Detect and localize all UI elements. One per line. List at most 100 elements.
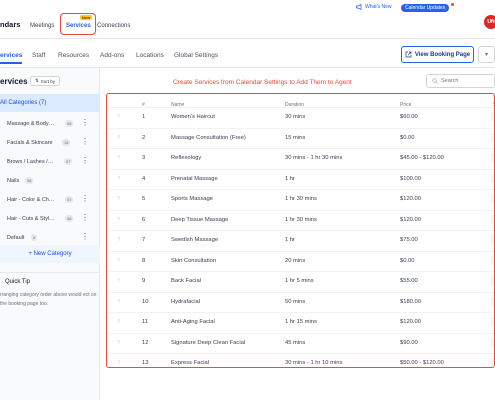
table-row[interactable]: ⠿ 9 Back Facial 1 hr 5 mins $55.00 [107, 271, 494, 291]
service-duration: 30 mins - 1 hr 10 mins [285, 360, 343, 366]
subnav-resources[interactable]: Resources [58, 52, 89, 59]
status-toggle[interactable] [491, 276, 494, 285]
subnav-locations[interactable]: Locations [136, 52, 164, 59]
drag-handle-icon[interactable]: ⠿ [117, 135, 121, 141]
service-price: $0.00 [400, 134, 415, 141]
category-count-badge: 08 [65, 120, 74, 127]
category-item[interactable]: Default 0 ⋮ [0, 232, 96, 246]
drag-handle-icon[interactable]: ⠿ [117, 155, 121, 161]
new-category-button[interactable]: + New Category [0, 245, 100, 263]
service-duration: 1 hr 15 mins [285, 319, 317, 325]
row-number: 8 [142, 257, 146, 264]
status-toggle[interactable] [491, 132, 494, 142]
sidebar-divider [0, 272, 100, 273]
table-row[interactable]: ⠿ 5 Sports Massage 1 hr 30 mins $120.00 [107, 189, 494, 209]
service-name: Women's Haircut [171, 114, 215, 120]
category-count-badge: 08 [25, 177, 34, 184]
subnav-staff[interactable]: Staff [32, 52, 45, 59]
category-count-badge: 06 [65, 215, 74, 222]
drag-handle-icon[interactable]: ⠿ [117, 360, 121, 366]
drag-handle-icon[interactable]: ⠿ [117, 278, 121, 284]
drag-handle-icon[interactable]: ⠿ [117, 258, 121, 264]
status-toggle[interactable] [491, 255, 494, 265]
drag-handle-icon[interactable]: ⠿ [117, 319, 121, 325]
view-booking-dropdown[interactable]: ▾ [478, 46, 495, 63]
drag-handle-icon[interactable]: ⠿ [117, 217, 121, 223]
category-item[interactable]: Massage & Body… 08 ⋮ [0, 118, 96, 132]
more-vertical-icon[interactable]: ⋮ [81, 214, 89, 222]
status-toggle[interactable] [491, 358, 494, 367]
service-duration: 1 hr [285, 237, 295, 243]
tab-connections[interactable]: Connections [97, 23, 130, 29]
category-item[interactable]: Nails 08 [0, 175, 96, 189]
status-toggle[interactable] [491, 337, 494, 347]
table-row[interactable]: ⠿ 8 Skin Consultation 20 mins $0.00 [107, 250, 494, 271]
category-item[interactable]: Brows / Lashes /… 07 ⋮ [0, 156, 96, 170]
status-toggle[interactable] [491, 296, 494, 306]
service-price: $45.00 - $120.00 [400, 155, 444, 161]
search-input[interactable] [441, 78, 491, 84]
all-categories-item[interactable]: All Categories (7) [0, 94, 100, 112]
subnav-add-ons[interactable]: Add-ons [100, 52, 124, 59]
table-row[interactable]: ⠿ 12 Signature Deep Clean Facial 45 mins $90… [107, 332, 494, 353]
top-divider [0, 38, 495, 39]
status-toggle[interactable] [491, 214, 494, 224]
table-row[interactable]: ⠿ 6 Deep Tissue Massage 1 hr 30 mins $120.00 [107, 209, 494, 230]
more-vertical-icon[interactable]: ⋮ [81, 119, 89, 127]
whats-new-link[interactable]: What's New [356, 4, 392, 10]
subnav-services[interactable]: ervices [0, 52, 22, 59]
service-price: $50.00 - $120.00 [400, 360, 444, 366]
drag-handle-icon[interactable]: ⠿ [117, 340, 121, 346]
table-row[interactable]: ⠿ 10 Hydrafacial 50 mins $180.00 [107, 291, 494, 312]
status-toggle[interactable] [491, 112, 494, 121]
avatar[interactable]: UN [484, 15, 495, 29]
drag-handle-icon[interactable]: ⠿ [117, 299, 121, 305]
tab-meetings[interactable]: Meetings [30, 23, 54, 29]
table-row[interactable]: ⠿ 13 Express Facial 30 mins - 1 hr 10 mins $… [107, 353, 494, 367]
service-name: Skin Consultation [171, 257, 217, 264]
sort-icon: ⇅ [34, 78, 39, 83]
app-title: ndars [0, 20, 21, 29]
table-row[interactable]: ⠿ 7 Swedish Massage 1 hr $75.00 [107, 230, 494, 250]
table-row[interactable]: ⠿ 2 Massage Consultation (Free) 15 mins $0.0… [107, 127, 494, 148]
view-booking-page-button[interactable]: View Booking Page [401, 46, 474, 63]
category-item[interactable]: Hair - Cuts & Styl… 06 ⋮ [0, 213, 96, 227]
status-toggle[interactable] [491, 153, 494, 162]
service-name: Express Facial [171, 360, 210, 366]
service-duration: 50 mins [285, 298, 306, 305]
table-row[interactable]: ⠿ 1 Women's Haircut 30 mins $60.00 [107, 107, 494, 127]
service-price: $55.00 [400, 278, 418, 284]
calendar-updates-button[interactable]: Calendar Updates [401, 4, 450, 12]
table-row[interactable]: ⠿ 3 Reflexology 30 mins - 1 hr 30 mins $45.0… [107, 148, 494, 168]
drag-handle-icon[interactable]: ⠿ [117, 196, 121, 202]
table-row[interactable]: ⠿ 11 Anti-Aging Facial 1 hr 15 mins $120.00 [107, 312, 494, 332]
service-duration: 30 mins - 1 hr 30 mins [285, 155, 343, 161]
more-vertical-icon[interactable]: ⋮ [81, 195, 89, 203]
service-price: $120.00 [400, 196, 421, 202]
category-name: Hair - Color & Ch… [7, 197, 55, 203]
service-name: Swedish Massage [171, 237, 219, 243]
tab-services[interactable]: Services [66, 23, 91, 29]
status-toggle[interactable] [491, 173, 494, 183]
sidebar-title: ervices [0, 77, 28, 86]
more-vertical-icon[interactable]: ⋮ [81, 157, 89, 165]
status-toggle[interactable] [491, 235, 494, 244]
subnav-active-underline [0, 62, 22, 64]
sort-by-button[interactable]: ⇅ Sort by [30, 76, 60, 86]
search-field[interactable] [426, 74, 495, 88]
more-vertical-icon[interactable]: ⋮ [81, 138, 89, 146]
drag-handle-icon[interactable]: ⠿ [117, 114, 121, 120]
more-vertical-icon[interactable]: ⋮ [81, 233, 89, 241]
drag-handle-icon[interactable]: ⠿ [117, 176, 121, 182]
table-row[interactable]: ⠿ 4 Prenatal Massage 1 hr $100.00 [107, 168, 494, 189]
status-toggle[interactable] [491, 317, 494, 326]
category-item[interactable]: Hair - Color & Ch… 07 ⋮ [0, 194, 96, 208]
row-number: 13 [142, 360, 149, 366]
row-number: 6 [142, 216, 146, 223]
category-item[interactable]: Facials & Skincare 18 ⋮ [0, 137, 96, 151]
subnav-global-settings[interactable]: Global Settings [174, 52, 218, 59]
category-name: Hair - Cuts & Styl… [7, 216, 55, 222]
status-toggle[interactable] [491, 194, 494, 203]
megaphone-icon [356, 4, 362, 10]
drag-handle-icon[interactable]: ⠿ [117, 237, 121, 243]
